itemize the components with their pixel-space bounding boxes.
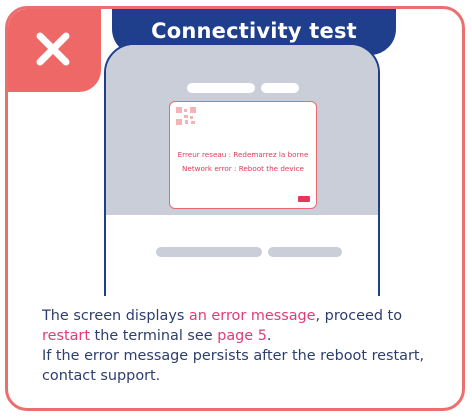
support-instruction-text: If the error message persists after the … bbox=[42, 348, 425, 384]
qr-code-icon bbox=[176, 107, 196, 125]
instruction-text: The screen displays bbox=[42, 308, 189, 324]
instruction-text: , proceed to bbox=[315, 308, 402, 324]
battery-icon bbox=[298, 196, 310, 202]
close-x-icon bbox=[8, 9, 101, 92]
instruction-text: the terminal see bbox=[89, 328, 218, 344]
error-message-english: Network error : Reboot the device bbox=[182, 164, 304, 173]
instruction-text: . bbox=[266, 328, 272, 344]
highlight-restart: restart bbox=[42, 328, 90, 344]
highlight-error-message: an error message bbox=[188, 308, 316, 324]
page-reference-link[interactable]: page 5 bbox=[217, 328, 267, 344]
error-message-french: Erreur reseau : Redemarrez la borne bbox=[177, 150, 309, 159]
speaker-slot bbox=[187, 83, 255, 93]
terminal-screen: Erreur reseau : Redemarrez la borne Netw… bbox=[169, 101, 317, 209]
card-slot bbox=[268, 247, 342, 257]
card-slot bbox=[156, 247, 262, 257]
instruction-message: The screen displays an error message, pr… bbox=[24, 296, 456, 404]
speaker-slot bbox=[261, 83, 299, 93]
connectivity-test-card: Connectivity test Erreur reseau : Redema… bbox=[5, 6, 465, 411]
